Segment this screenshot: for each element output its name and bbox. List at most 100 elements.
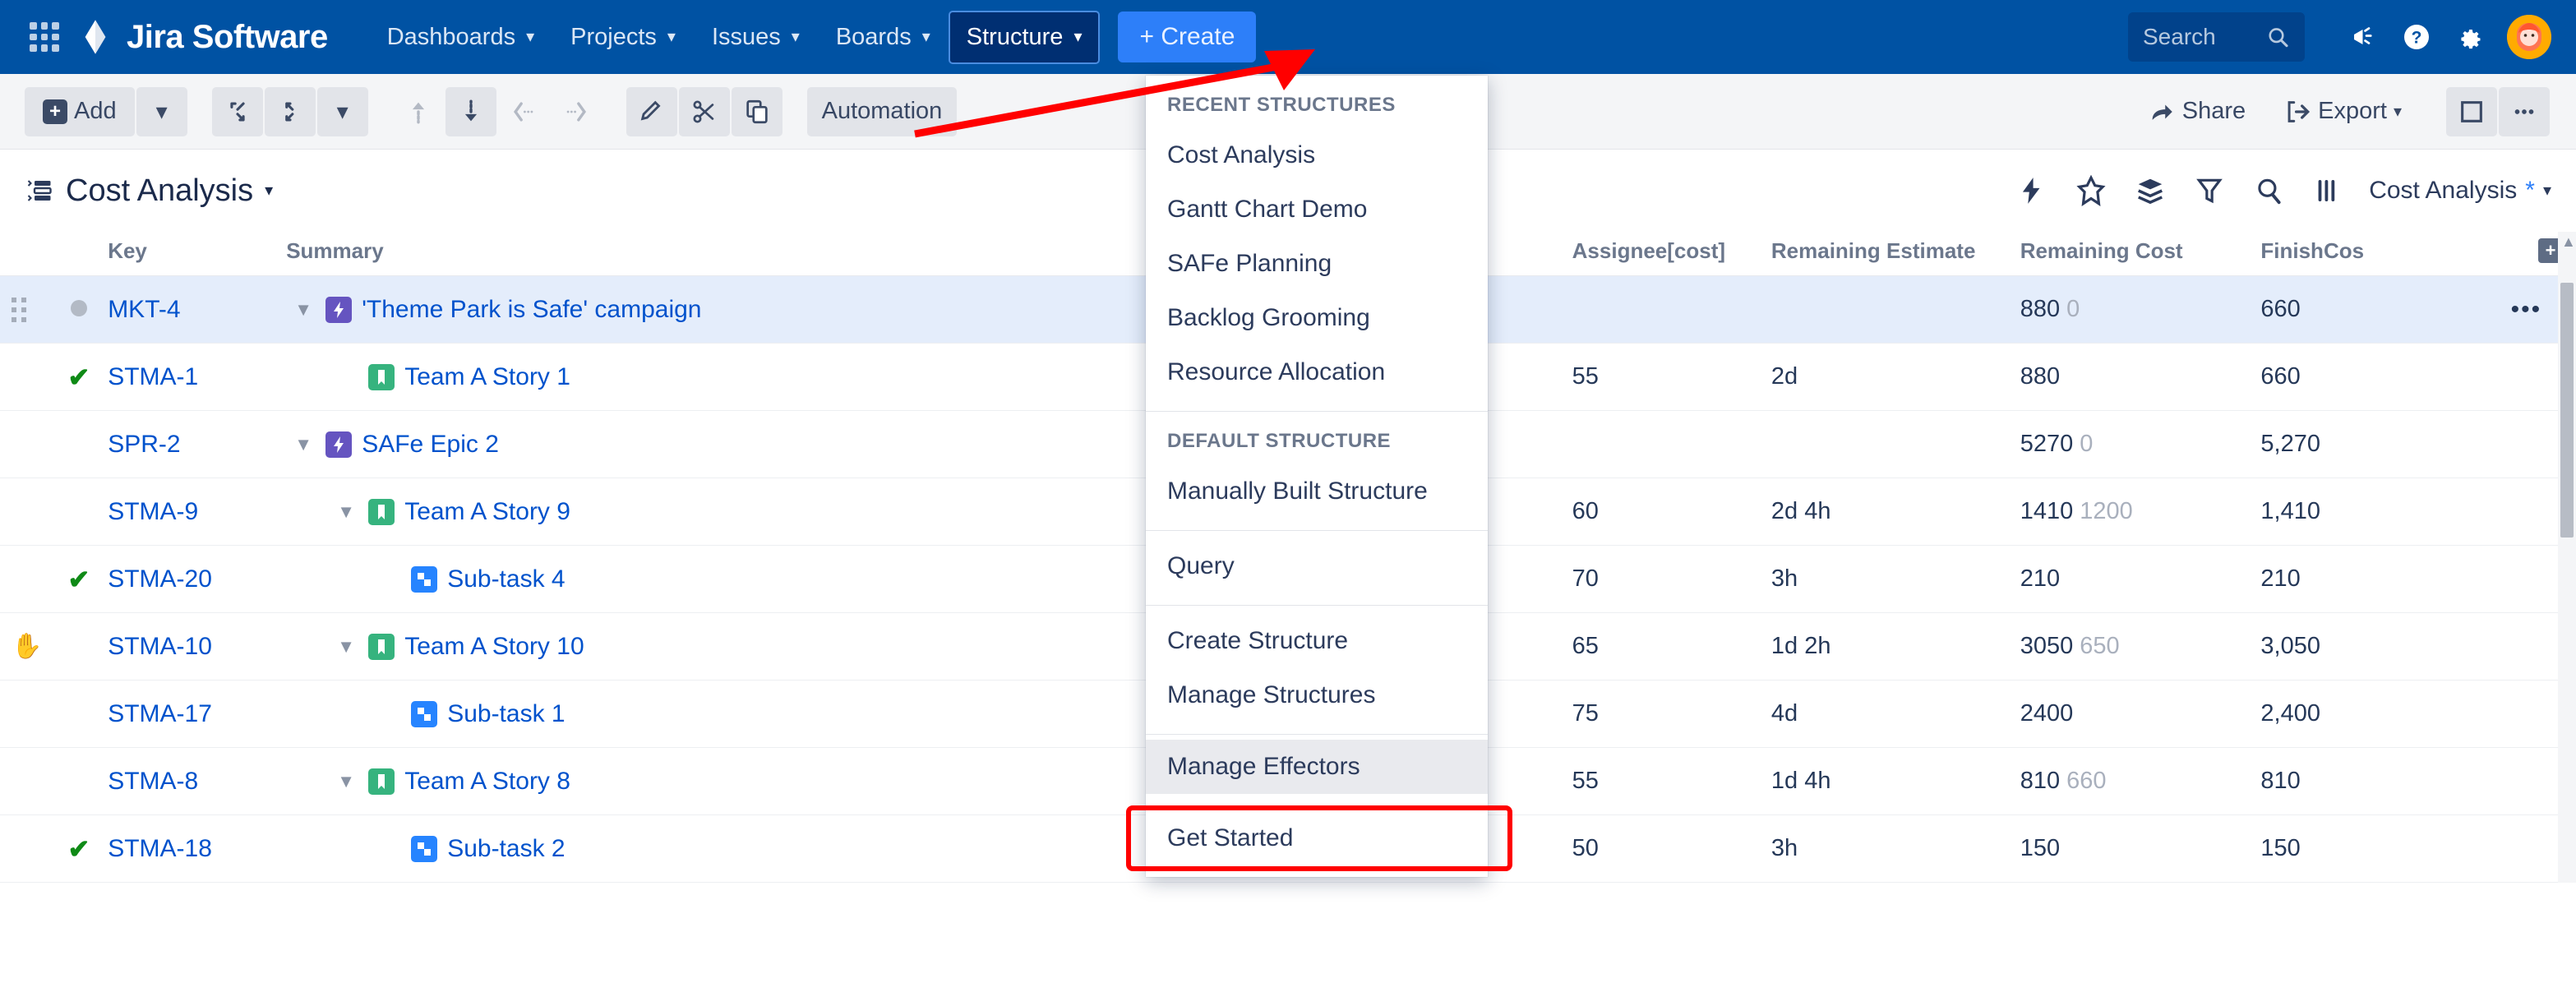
col-key[interactable]: Key xyxy=(108,232,287,276)
menu-item-safe-planning[interactable]: SAFe Planning xyxy=(1146,237,1488,291)
row-expander-icon[interactable]: ▼ xyxy=(294,299,316,321)
row-actions-menu[interactable]: ••• xyxy=(2511,296,2542,323)
menu-item-cost-analysis[interactable]: Cost Analysis xyxy=(1146,128,1488,182)
row-expander-icon[interactable]: ▼ xyxy=(337,636,358,657)
columns-icon[interactable] xyxy=(2305,168,2351,214)
row-gutter[interactable]: ✋ xyxy=(0,612,50,681)
search-icon[interactable] xyxy=(2246,168,2292,214)
search-input[interactable] xyxy=(2143,24,2267,50)
panel-toggle-button[interactable] xyxy=(2446,86,2497,136)
app-switcher-icon[interactable] xyxy=(26,19,62,55)
row-assignee-cost: 70 xyxy=(1572,545,1771,613)
jira-brand-logo[interactable]: Jira Software xyxy=(77,18,328,56)
structure-title-dropdown[interactable]: Cost Analysis ▾ xyxy=(25,173,273,209)
settings-gear-icon[interactable] xyxy=(2443,11,2495,63)
add-dropdown-button[interactable]: ▾ xyxy=(136,86,187,136)
menu-item-backlog-grooming[interactable]: Backlog Grooming xyxy=(1146,291,1488,345)
chevron-down-icon: ▾ xyxy=(526,28,535,46)
outdent-button[interactable] xyxy=(211,86,263,136)
move-down-button[interactable] xyxy=(445,86,496,136)
ellipsis-icon xyxy=(2514,108,2534,114)
row-key[interactable]: STMA-9 xyxy=(108,478,287,546)
indent-dropdown-button[interactable]: ▾ xyxy=(316,86,368,136)
scrollbar-thumb[interactable] xyxy=(2560,283,2574,538)
automation-bolt-icon[interactable] xyxy=(2009,168,2055,214)
row-finish-cost: 1,410 xyxy=(2260,478,2477,546)
nav-item-issues[interactable]: Issues ▾ xyxy=(694,11,818,64)
menu-item-query[interactable]: Query xyxy=(1146,539,1488,593)
menu-item-manage-effectors[interactable]: Manage Effectors xyxy=(1146,740,1488,794)
row-key[interactable]: STMA-1 xyxy=(108,343,287,411)
issue-type-epic-icon xyxy=(325,296,353,323)
menu-item-gantt-chart-demo[interactable]: Gantt Chart Demo xyxy=(1146,182,1488,237)
search-box[interactable] xyxy=(2128,12,2305,62)
row-status xyxy=(49,410,108,478)
add-button[interactable]: + Add xyxy=(25,86,135,136)
cut-button[interactable] xyxy=(678,86,730,136)
row-finish-cost: 150 xyxy=(2260,814,2477,883)
avatar[interactable] xyxy=(2507,15,2551,59)
primary-nav: Dashboards ▾ Projects ▾ Issues ▾ Boards … xyxy=(369,10,1257,64)
col-remaining-estimate[interactable]: Remaining Estimate xyxy=(1770,232,2020,276)
export-button[interactable]: Export ▾ xyxy=(2265,86,2420,136)
help-icon[interactable]: ? xyxy=(2390,11,2443,63)
view-selector[interactable]: Cost Analysis * ▾ xyxy=(2369,177,2551,205)
top-navigation-bar: Jira Software Dashboards ▾ Projects ▾ Is… xyxy=(0,0,2576,74)
col-assignee[interactable]: Assignee[cost] xyxy=(1572,232,1771,276)
row-key[interactable]: MKT-4 xyxy=(108,275,287,344)
arrow-up-icon xyxy=(412,102,424,123)
row-gutter[interactable] xyxy=(0,747,50,815)
more-options-button[interactable] xyxy=(2499,86,2550,136)
row-key[interactable]: SPR-2 xyxy=(108,410,287,478)
share-button[interactable]: Share xyxy=(2129,86,2264,136)
move-right-button[interactable] xyxy=(550,86,602,136)
nav-item-structure[interactable]: Structure ▾ xyxy=(948,10,1101,64)
row-gutter[interactable] xyxy=(0,275,50,344)
move-up-button[interactable] xyxy=(392,86,444,136)
automation-button[interactable]: Automation xyxy=(806,86,958,136)
menu-item-create-structure[interactable]: Create Structure xyxy=(1146,614,1488,668)
vertical-scrollbar[interactable]: ▲ xyxy=(2558,232,2576,883)
menu-item-get-started[interactable]: Get Started xyxy=(1146,811,1488,865)
menu-divider xyxy=(1146,605,1488,606)
scroll-up-arrow-icon[interactable]: ▲ xyxy=(2561,233,2576,251)
row-key[interactable]: STMA-8 xyxy=(108,747,287,815)
nav-item-dashboards[interactable]: Dashboards ▾ xyxy=(369,11,552,64)
row-expander-icon[interactable]: ▼ xyxy=(337,771,358,792)
copy-button[interactable] xyxy=(731,86,782,136)
indent-button[interactable] xyxy=(264,86,316,136)
row-key[interactable]: STMA-20 xyxy=(108,545,287,613)
chevron-down-icon: ▾ xyxy=(921,28,930,46)
nav-item-projects[interactable]: Projects ▾ xyxy=(552,11,694,64)
megaphone-icon[interactable] xyxy=(2338,11,2390,63)
menu-item-manually-built-structure[interactable]: Manually Built Structure xyxy=(1146,464,1488,519)
row-gutter[interactable] xyxy=(0,814,50,883)
row-gutter[interactable] xyxy=(0,410,50,478)
pin-icon[interactable] xyxy=(2068,168,2114,214)
edit-button[interactable] xyxy=(626,86,677,136)
col-finish-cost[interactable]: FinishCos xyxy=(2260,232,2477,276)
nav-item-boards[interactable]: Boards ▾ xyxy=(818,11,949,64)
search-icon[interactable] xyxy=(2266,23,2290,51)
hand-cursor-icon: ✋ xyxy=(12,633,43,660)
row-gutter[interactable] xyxy=(0,478,50,546)
chevron-right-icon xyxy=(566,101,586,122)
layers-icon[interactable] xyxy=(2127,168,2173,214)
row-expander-icon[interactable]: ▼ xyxy=(294,434,316,455)
row-gutter[interactable] xyxy=(0,680,50,748)
svg-text:?: ? xyxy=(2412,29,2422,48)
col-remaining-cost[interactable]: Remaining Cost xyxy=(2020,232,2261,276)
row-key[interactable]: STMA-17 xyxy=(108,680,287,748)
drag-handle-icon[interactable] xyxy=(12,297,50,322)
menu-item-resource-allocation[interactable]: Resource Allocation xyxy=(1146,345,1488,399)
row-key[interactable]: STMA-18 xyxy=(108,814,287,883)
move-left-button[interactable] xyxy=(497,86,549,136)
row-expander-icon[interactable]: ▼ xyxy=(337,501,358,523)
row-gutter[interactable] xyxy=(0,343,50,411)
filter-icon[interactable] xyxy=(2186,168,2232,214)
menu-item-manage-structures[interactable]: Manage Structures xyxy=(1146,668,1488,722)
row-gutter[interactable] xyxy=(0,545,50,613)
create-button[interactable]: + Create xyxy=(1118,12,1257,62)
row-key[interactable]: STMA-10 xyxy=(108,612,287,681)
row-remaining-cost: 150 xyxy=(2020,814,2261,883)
